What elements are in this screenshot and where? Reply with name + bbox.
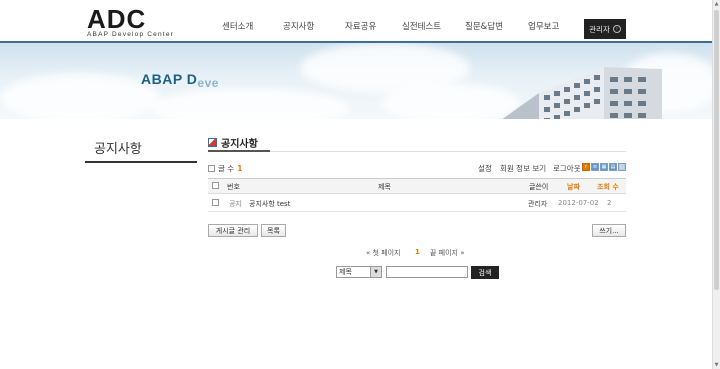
scroll-up-icon[interactable]: ▲: [713, 0, 720, 8]
col-views[interactable]: 조회 수: [597, 182, 619, 192]
chevron-down-icon: ▼: [370, 267, 381, 277]
web-view-icon[interactable]: ▦: [600, 163, 608, 171]
nav-qna[interactable]: 질문&답변: [465, 20, 503, 32]
nav-file-share[interactable]: 자료공유: [345, 20, 376, 32]
search-field-select[interactable]: 제목 ▼: [336, 266, 382, 278]
page-scrollbar[interactable]: ▲ ▼: [712, 0, 720, 369]
row-author[interactable]: 관리자: [528, 199, 547, 209]
top-header: ADC ABAP Develop Center 센터소개 공지사항 자료공유 실…: [0, 0, 720, 43]
header-checkbox[interactable]: [212, 182, 219, 189]
row-title-link[interactable]: 공지사항 test: [249, 199, 290, 209]
search-field-value: 제목: [339, 268, 352, 276]
board-heading: 공지사항: [208, 134, 258, 150]
manage-posts-button[interactable]: 게시글 관리: [208, 224, 258, 237]
list-view-icon[interactable]: ≡: [591, 163, 599, 171]
col-title: 제목: [378, 183, 391, 191]
first-page-link[interactable]: « 첫 페이지: [366, 248, 401, 258]
board-title: 공지사항: [221, 138, 258, 150]
nav-center-intro[interactable]: 센터소개: [222, 20, 253, 32]
rss-icon[interactable]: r: [582, 163, 590, 171]
row-checkbox[interactable]: [212, 199, 219, 206]
select-all-checkbox[interactable]: [208, 165, 215, 172]
logo[interactable]: ADC ABAP Develop Center: [87, 6, 192, 40]
board-icon: [208, 137, 217, 147]
logo-text: ADC: [87, 4, 147, 34]
last-page-link[interactable]: 끝 페이지 »: [430, 248, 465, 258]
write-button[interactable]: 쓰기...: [592, 224, 626, 237]
board-divider-accent: [208, 150, 270, 152]
scroll-thumb[interactable]: [714, 10, 719, 290]
nav-work-report[interactable]: 업무보고: [528, 20, 559, 32]
admin-label: 관리자: [589, 24, 610, 34]
arrow-circle-icon: ›: [612, 25, 621, 33]
row-number: 공지: [229, 200, 242, 208]
post-count-label: 글 수: [218, 164, 235, 173]
board-divider: [208, 151, 626, 152]
col-date[interactable]: 날짜: [567, 182, 580, 192]
search-button[interactable]: 검색: [471, 266, 499, 279]
row-views: 2: [607, 199, 612, 207]
post-count-value: 1: [237, 164, 243, 173]
hero-banner: ABAP Deve: [0, 43, 720, 119]
current-page[interactable]: 1: [415, 248, 420, 256]
admin-button[interactable]: 관리자 ›: [584, 19, 626, 39]
banner-title-fade: eve: [197, 76, 219, 90]
building-image: [502, 67, 662, 119]
col-author: 글쓴이: [529, 183, 549, 191]
settings-link[interactable]: 설정: [478, 163, 492, 174]
view-options: r ≡ ▦ ▤ ▢: [582, 163, 626, 171]
banner-title: ABAP Deve: [141, 71, 219, 90]
gallery-view-icon[interactable]: ▤: [609, 163, 617, 171]
table-row: 공지 공지사항 test 관리자 2012-07-02 2: [208, 196, 626, 212]
list-button[interactable]: 목록: [261, 224, 286, 237]
logo-subtitle: ABAP Develop Center: [87, 31, 174, 38]
sidebar-divider: [85, 161, 197, 163]
banner-title-main: ABAP D: [141, 71, 198, 87]
scroll-down-icon[interactable]: ▼: [713, 361, 720, 369]
nav-notices[interactable]: 공지사항: [283, 20, 314, 32]
logout-link[interactable]: 로그아웃: [553, 163, 581, 174]
blog-view-icon[interactable]: ▢: [618, 163, 626, 171]
member-info-link[interactable]: 회원 정보 보기: [500, 163, 546, 174]
table-header: 번호 제목 글쓴이 날짜 조회 수: [208, 178, 626, 194]
row-date: 2012-07-02: [558, 199, 599, 207]
nav-practice-test[interactable]: 실전테스트: [402, 20, 441, 32]
search-input[interactable]: [386, 266, 468, 278]
sidebar-title: 공지사항: [94, 142, 142, 157]
col-number: 번호: [227, 183, 240, 191]
post-count: 글 수 1: [208, 163, 242, 174]
